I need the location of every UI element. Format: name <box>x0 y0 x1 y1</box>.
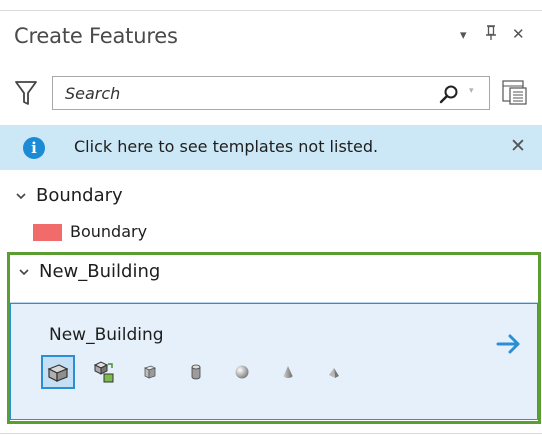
chevron-down-icon <box>19 269 29 276</box>
info-icon: i <box>23 137 45 159</box>
template-options-icon[interactable] <box>502 80 528 106</box>
cube-icon[interactable] <box>133 355 167 389</box>
pane-title: Create Features <box>14 24 178 48</box>
sphere-icon[interactable] <box>225 355 259 389</box>
import-model-icon[interactable] <box>87 355 121 389</box>
search-box: ▾ <box>52 76 490 110</box>
group-label: New_Building <box>39 261 161 282</box>
search-input[interactable] <box>65 77 425 109</box>
tetrahedron-icon[interactable] <box>317 355 351 389</box>
create-features-pane: Create Features ▾ ✕ ▾ <box>0 0 542 435</box>
template-item-boundary[interactable]: Boundary <box>28 218 518 246</box>
template-label: New_Building <box>49 325 164 345</box>
close-info-icon[interactable]: ✕ <box>510 135 526 157</box>
cone-icon[interactable] <box>271 355 305 389</box>
multipatch-box-icon[interactable] <box>41 355 75 389</box>
pane-header: Create Features ▾ ✕ <box>0 11 542 67</box>
group-header-new-building[interactable]: New_Building <box>3 256 533 290</box>
chevron-down-icon <box>16 193 26 200</box>
show-unlisted-templates-link[interactable]: Click here to see templates not listed. <box>74 137 378 156</box>
close-pane-icon[interactable]: ✕ <box>512 25 525 43</box>
search-icon[interactable] <box>439 84 459 104</box>
polygon-symbol-swatch <box>33 224 62 241</box>
pane-menu-icon[interactable]: ▾ <box>460 28 467 43</box>
group-label: Boundary <box>36 185 123 206</box>
group-header-boundary[interactable]: Boundary <box>0 180 542 214</box>
pin-icon[interactable] <box>484 25 498 45</box>
template-label: Boundary <box>70 222 148 241</box>
arrow-right-icon[interactable] <box>496 332 522 356</box>
bottom-divider <box>0 433 542 434</box>
template-item-new-building[interactable]: New_Building <box>10 303 538 420</box>
cylinder-icon[interactable] <box>179 355 213 389</box>
filter-icon[interactable] <box>14 78 38 108</box>
search-options-dropdown-icon[interactable]: ▾ <box>469 86 474 96</box>
info-bar: i Click here to see templates not listed… <box>0 125 542 170</box>
